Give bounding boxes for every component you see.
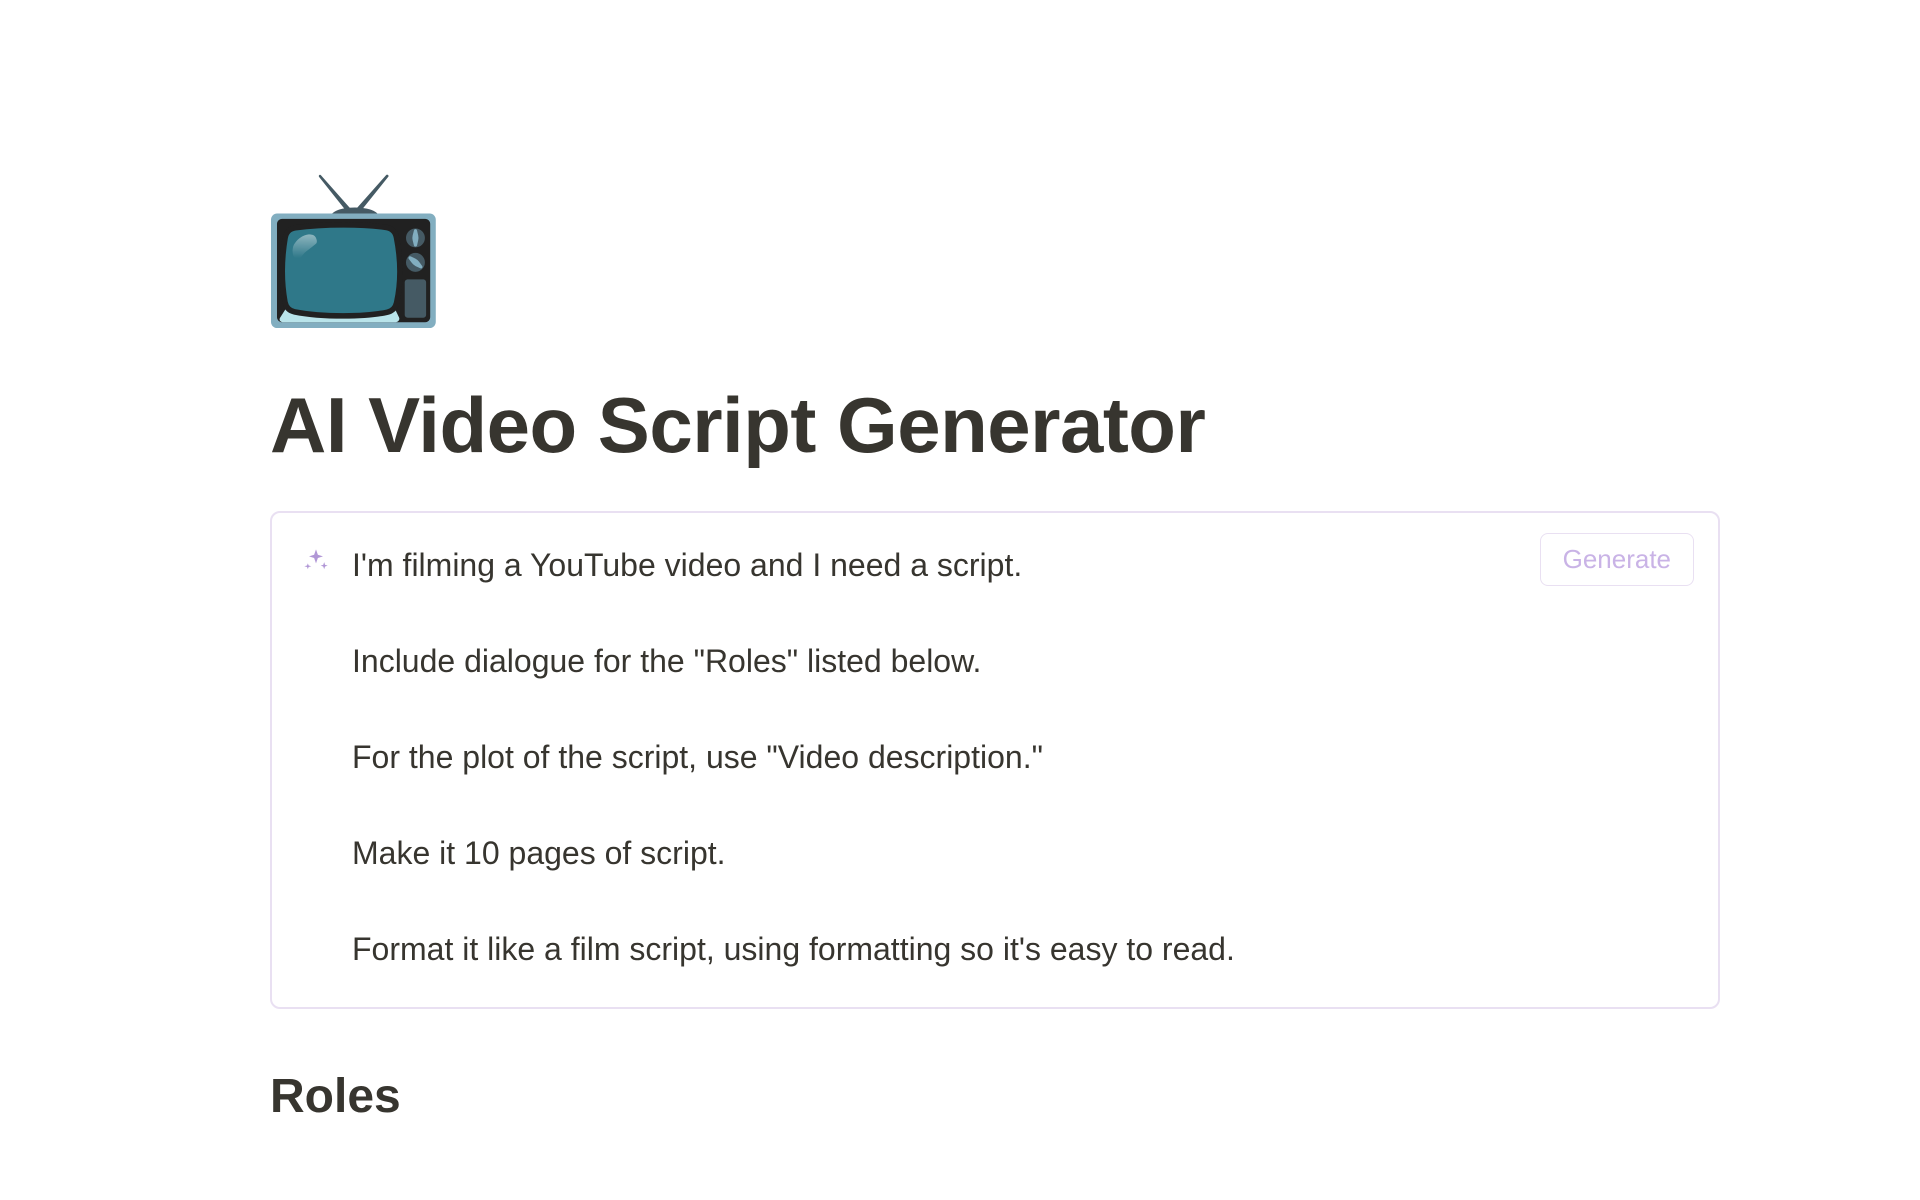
generate-button[interactable]: Generate xyxy=(1540,533,1694,586)
content-column: 📺 AI Video Script Generator Generate I'm… xyxy=(270,170,1720,1124)
ai-prompt-row: I'm filming a YouTube video and I need a… xyxy=(302,541,1688,973)
prompt-line: Include dialogue for the "Roles" listed … xyxy=(352,637,1688,685)
ai-prompt-block[interactable]: Generate I'm filming a YouTube video and… xyxy=(270,511,1720,1009)
document-page: 📺 AI Video Script Generator Generate I'm… xyxy=(0,0,1920,1200)
page-title[interactable]: AI Video Script Generator xyxy=(270,380,1720,471)
page-icon-tv[interactable]: 📺 xyxy=(260,170,1720,320)
prompt-line: For the plot of the script, use "Video d… xyxy=(352,733,1688,781)
prompt-line: Format it like a film script, using form… xyxy=(352,925,1688,973)
prompt-line: Make it 10 pages of script. xyxy=(352,829,1688,877)
prompt-line: I'm filming a YouTube video and I need a… xyxy=(352,541,1688,589)
sparkle-icon xyxy=(302,547,330,575)
roles-heading[interactable]: Roles xyxy=(270,1069,1720,1124)
ai-prompt-text[interactable]: I'm filming a YouTube video and I need a… xyxy=(352,541,1688,973)
